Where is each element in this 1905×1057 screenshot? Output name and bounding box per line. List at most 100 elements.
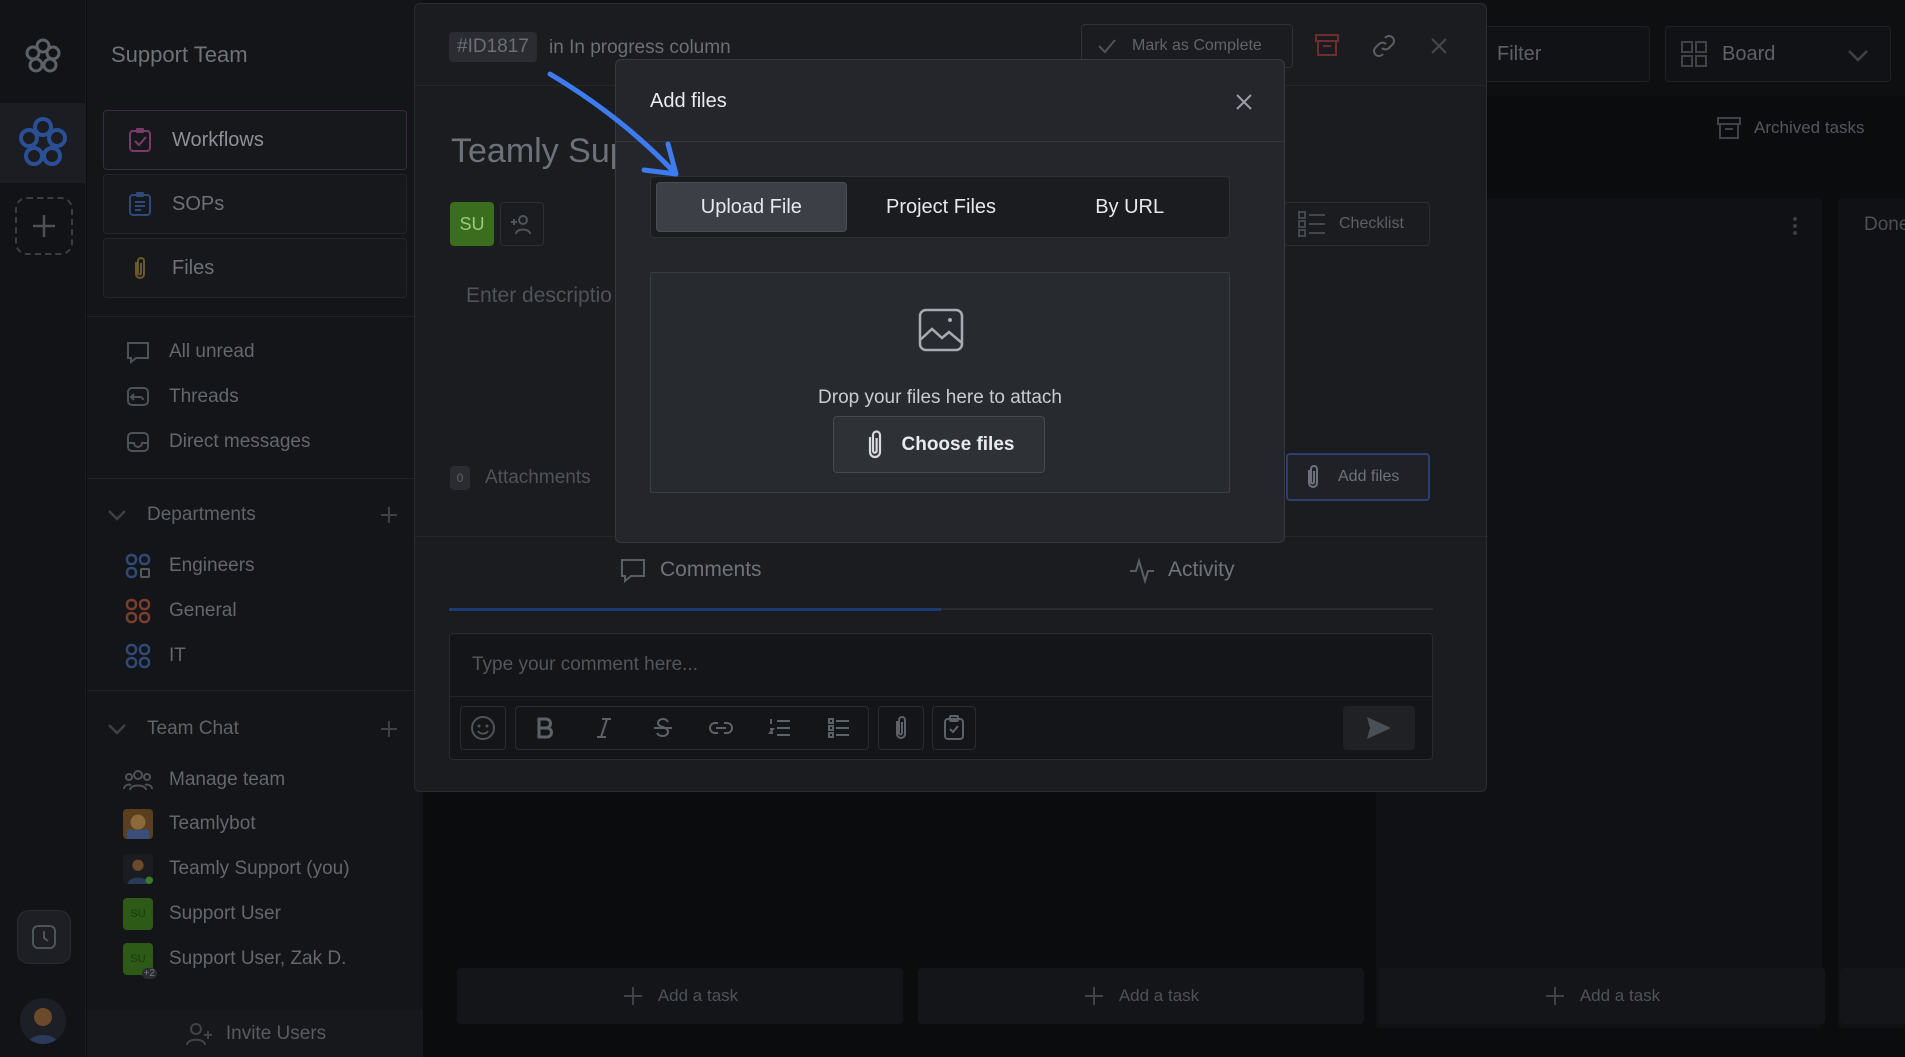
bold-icon xyxy=(537,717,554,739)
bullet-list-button[interactable] xyxy=(809,706,868,750)
chat-label: Support User xyxy=(169,903,281,924)
sidebar-item-it[interactable]: IT xyxy=(123,640,186,672)
drop-instructions: Drop your files here to attach xyxy=(818,387,1062,408)
sidebar-item-general[interactable]: General xyxy=(123,595,237,627)
sidebar-item-teamly-support[interactable]: Teamly Support (you) xyxy=(123,853,350,885)
choose-files-button[interactable]: Choose files xyxy=(833,416,1045,473)
chat-bubble-icon xyxy=(127,342,149,365)
departments-header[interactable]: Departments xyxy=(101,499,401,531)
add-task-label: Add a task xyxy=(657,986,739,1005)
column-menu-icon[interactable] xyxy=(1792,216,1798,236)
active-tab-indicator xyxy=(449,608,941,611)
invite-users-button[interactable]: Invite Users xyxy=(87,1010,423,1057)
tab-by-url[interactable]: By URL xyxy=(1035,182,1224,232)
chat-label: Manage team xyxy=(169,769,286,790)
sidebar-item-workflows[interactable]: Workflows xyxy=(103,110,407,170)
sidebar-link-threads[interactable]: Threads xyxy=(123,381,239,413)
bullet-list-icon xyxy=(827,718,849,738)
image-icon xyxy=(918,308,964,352)
sidebar-item-support-user[interactable]: SU Support User xyxy=(123,898,281,930)
teamly-logo-icon[interactable] xyxy=(20,34,66,80)
sidebar-item-label: SOPs xyxy=(172,192,225,215)
comment-input[interactable]: Type your comment here... xyxy=(450,634,1432,697)
attach-button[interactable] xyxy=(878,706,924,750)
mark-complete-label: Mark as Complete xyxy=(1132,37,1262,54)
department-icon xyxy=(125,553,151,579)
plus-icon xyxy=(33,215,55,237)
add-task-button[interactable]: Add a task xyxy=(457,968,903,1024)
link-icon xyxy=(709,722,734,734)
copy-link-icon[interactable] xyxy=(1370,32,1398,60)
tab-activity[interactable]: Activity xyxy=(1128,556,1235,584)
chevron-down-icon xyxy=(108,724,126,735)
workspace-title: Support Team xyxy=(111,42,248,67)
file-drop-zone[interactable]: Drop your files here to attach Choose fi… xyxy=(650,272,1230,493)
section-title: Team Chat xyxy=(147,718,239,739)
user-avatar-icon xyxy=(123,854,153,884)
filter-button[interactable]: Filter xyxy=(1460,26,1650,82)
task-id-badge[interactable]: #ID1817 xyxy=(449,32,537,62)
add-chat-plus-icon[interactable] xyxy=(377,717,401,741)
assignee-avatar[interactable]: SU xyxy=(450,202,494,246)
add-files-button[interactable]: Add files xyxy=(1286,453,1430,501)
board-column-done xyxy=(1838,198,1905,1028)
add-files-label: Add files xyxy=(1338,468,1400,485)
tab-project-files[interactable]: Project Files xyxy=(847,182,1036,232)
close-task-icon[interactable] xyxy=(1429,36,1449,56)
workflows-icon xyxy=(129,128,151,152)
sidebar-link-direct-messages[interactable]: Direct messages xyxy=(123,426,311,458)
department-label: Engineers xyxy=(169,555,255,576)
add-task-button-partial[interactable] xyxy=(1840,968,1905,1024)
sidebar-item-group-chat[interactable]: SU +2 Support User, Zak D. xyxy=(123,943,347,979)
paperclip-icon xyxy=(896,716,906,739)
sidebar-link-label: All unread xyxy=(169,341,255,362)
attachments-label: Attachments xyxy=(485,467,591,488)
tab-comments[interactable]: Comments xyxy=(618,556,762,584)
add-user-icon xyxy=(185,1022,212,1045)
sidebar: Support Team Workflows SOPs Files All un… xyxy=(87,0,423,1057)
checklist-icon xyxy=(1298,211,1325,237)
team-chat-header[interactable]: Team Chat xyxy=(101,713,401,745)
ordered-list-button[interactable] xyxy=(751,706,810,750)
filter-label: Filter xyxy=(1497,42,1542,65)
archive-task-icon[interactable] xyxy=(1313,32,1341,58)
add-task-button[interactable]: Add a task xyxy=(918,968,1364,1024)
bold-button[interactable] xyxy=(516,706,575,750)
strikethrough-button[interactable] xyxy=(633,706,692,750)
profile-avatar[interactable] xyxy=(20,998,66,1044)
close-dialog-icon[interactable] xyxy=(1234,92,1254,112)
add-task-button[interactable]: Add a task xyxy=(1379,968,1825,1024)
department-label: General xyxy=(169,600,237,621)
source-tabs: Upload File Project Files By URL xyxy=(650,176,1230,238)
support-user-avatar: SU xyxy=(123,898,153,930)
column-title-done: Done xyxy=(1864,214,1905,235)
task-column-text: in In progress column xyxy=(549,37,731,58)
archived-tasks-button[interactable]: Archived tasks xyxy=(1716,116,1865,140)
task-checklist-button[interactable] xyxy=(932,706,976,750)
history-button[interactable] xyxy=(17,910,71,964)
emoji-button[interactable] xyxy=(460,706,506,750)
add-workspace-button[interactable] xyxy=(15,197,73,255)
tab-upload-file[interactable]: Upload File xyxy=(656,182,847,232)
strikethrough-icon xyxy=(653,717,672,738)
sidebar-item-engineers[interactable]: Engineers xyxy=(123,550,255,582)
add-department-plus-icon[interactable] xyxy=(377,503,401,527)
chat-label: Support User, Zak D. xyxy=(169,948,347,969)
sidebar-link-all-unread[interactable]: All unread xyxy=(123,336,255,368)
link-button[interactable] xyxy=(692,706,751,750)
sidebar-item-teamlybot[interactable]: Teamlybot xyxy=(123,808,256,840)
send-button[interactable] xyxy=(1343,706,1415,750)
add-assignee-button[interactable] xyxy=(500,202,544,246)
sidebar-divider xyxy=(87,690,423,691)
sidebar-item-files[interactable]: Files xyxy=(103,238,407,298)
plus-icon xyxy=(1084,987,1103,1005)
support-team-workspace-icon[interactable] xyxy=(16,113,70,173)
sops-icon xyxy=(129,192,151,216)
checklist-button[interactable]: Checklist xyxy=(1284,202,1430,246)
add-task-label: Add a task xyxy=(1118,986,1200,1005)
view-selector[interactable]: Board xyxy=(1665,26,1891,82)
italic-button[interactable] xyxy=(575,706,634,750)
description-placeholder[interactable]: Enter descriptio xyxy=(466,284,612,308)
sidebar-item-manage-team[interactable]: Manage team xyxy=(123,764,285,796)
sidebar-item-sops[interactable]: SOPs xyxy=(103,174,407,234)
